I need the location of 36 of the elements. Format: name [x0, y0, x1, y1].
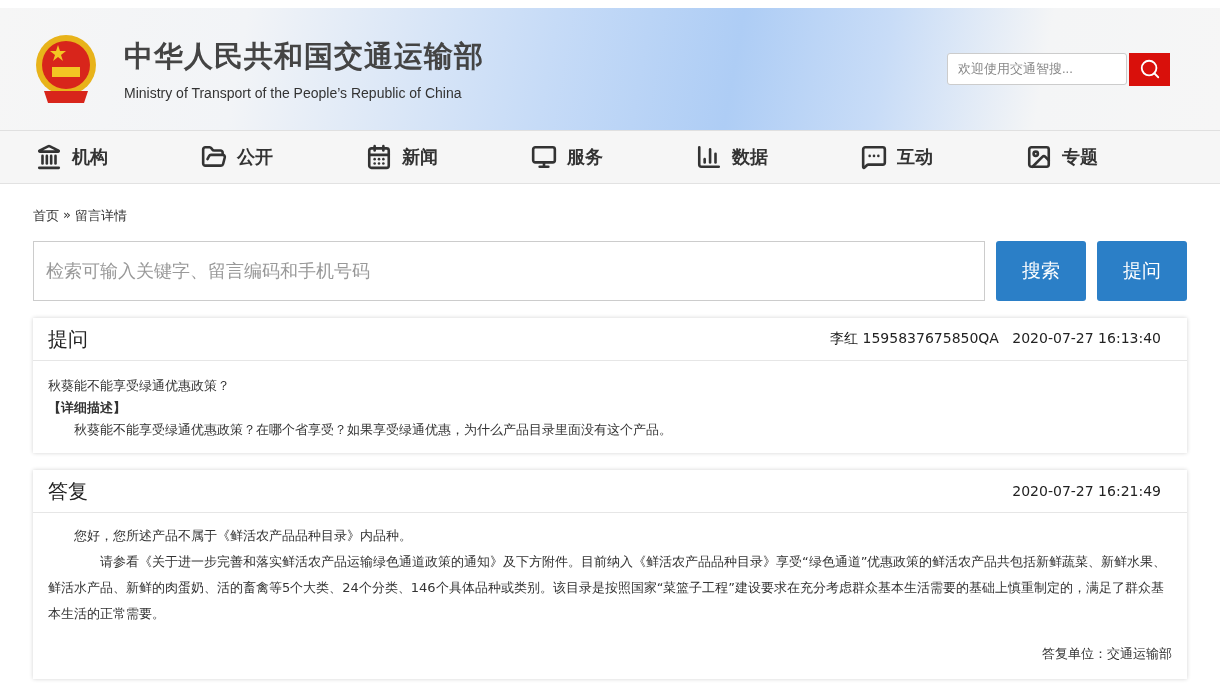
search-button[interactable] — [1129, 52, 1170, 86]
site-search-field[interactable]: 欢迎使用交通智搜... — [947, 52, 1127, 85]
answer-time: 2020-07-27 16:21:49 — [1012, 483, 1161, 499]
detail-label: 【详细描述】 — [48, 399, 127, 417]
answer-paragraph: 请参看《关于进一步完善和落实鲜活农产品运输绿色通道政策的通知》及下方附件。目前纳入《鲜活农产品品种目录》享受“绿色通道”优惠政策的鲜活农产品共包括新鲜蔬菜、新鲜水果、鲜活水产品、新鲜的肉蛋奶、活的畜禽等5个大类、24个分类、146个具体品种或类别。该目录是按照国家“菜篮子工程”建设要求在充分考虑群众基本生活需要的基础上慎重制定的，满足了群众基本生活的正常需要。 — [48, 553, 1168, 623]
site-subtitle: Ministry of Transport of the People’s Republic of China — [124, 85, 463, 101]
breadcrumb-link[interactable]: 首页 — [33, 207, 59, 225]
calendar-icon — [366, 144, 392, 170]
question-subject: 秋葵能不能享受绿通优惠政策？ — [48, 377, 231, 395]
nav-item[interactable]: 数据 — [696, 131, 861, 183]
answer-paragraph: 您好，您所述产品不属于《鲜活农产品品种目录》内品种。 — [73, 527, 413, 545]
search-button[interactable]: 搜索 — [996, 241, 1086, 301]
nav-item[interactable]: 新闻 — [366, 131, 531, 183]
answer-unit: 答复单位：交通运输部 — [1041, 645, 1172, 663]
card-title: 提问 — [48, 325, 88, 353]
nav-item[interactable]: 专题 — [1026, 131, 1191, 183]
card-title: 答复 — [48, 477, 88, 505]
nav-item[interactable]: 机构 — [36, 131, 201, 183]
monitor-icon — [531, 144, 557, 170]
nav-item[interactable]: 互动 — [861, 131, 1026, 183]
landmark-icon — [36, 144, 62, 170]
ask-button[interactable]: 提问 — [1097, 241, 1187, 301]
nav-item[interactable]: 服务 — [531, 131, 696, 183]
question-detail: 秋葵能不能享受绿通优惠政策？在哪个省享受？如果享受绿通优惠，为什么产品目录里面没有这个产品。 — [73, 421, 673, 439]
search-icon — [1138, 58, 1161, 80]
bar-chart-icon — [696, 144, 722, 170]
question-meta: 李红 1595837675850QA 2020-07-27 16:13:40 — [830, 330, 1161, 348]
message-search-field[interactable]: 检索可输入关键字、留言编码和手机号码 — [33, 241, 985, 301]
chat-bubble-icon — [861, 144, 887, 170]
emblem-drawing — [34, 33, 98, 105]
folder-icon — [201, 144, 227, 170]
breadcrumb-separator: » — [63, 207, 71, 224]
breadcrumb-current: 留言详情 — [74, 207, 127, 225]
picture-icon — [1026, 144, 1052, 170]
site-title: 中华人民共和国交通运输部 — [124, 38, 484, 75]
nav-item[interactable]: 公开 — [201, 131, 366, 183]
